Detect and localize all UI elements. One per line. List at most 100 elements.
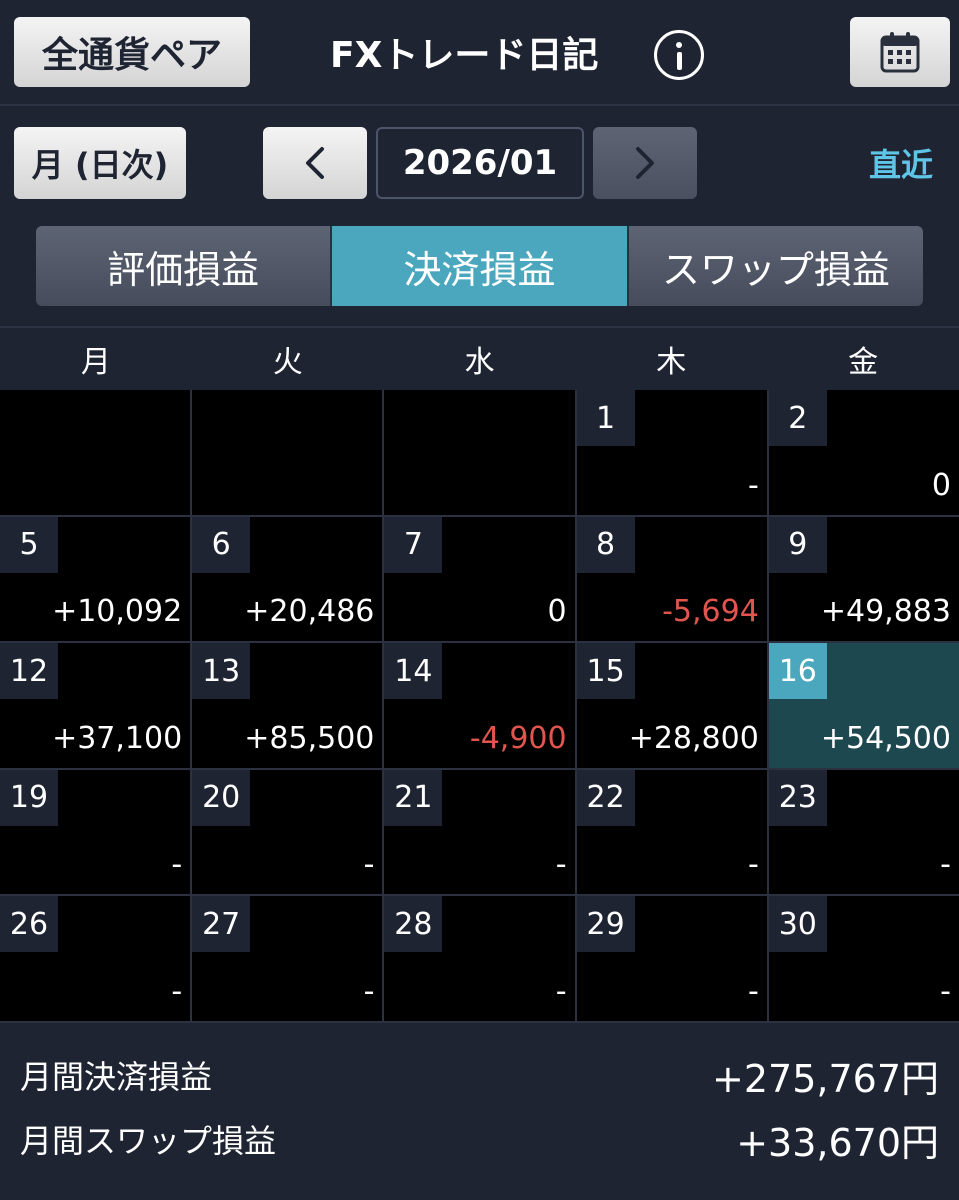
- day-number: 21: [384, 769, 443, 826]
- next-month-button[interactable]: [593, 127, 697, 199]
- day-number: 30: [768, 896, 827, 953]
- day-pnl-value: -: [171, 973, 183, 1009]
- settled-summary-label: 月間決済損益: [20, 1058, 213, 1096]
- calendar-day-cell[interactable]: 27 -: [192, 896, 383, 1021]
- day-pnl-value: -: [363, 973, 375, 1009]
- day-number: 27: [192, 896, 251, 953]
- day-pnl-value: -: [940, 847, 951, 883]
- info-icon[interactable]: [654, 30, 704, 80]
- tab-settled-pnl[interactable]: 決済損益: [332, 226, 629, 306]
- calendar-day-cell[interactable]: 6 +20,486: [192, 516, 383, 642]
- calendar-day-cell[interactable]: 14 -4,900: [384, 643, 575, 768]
- day-number: 6: [192, 516, 251, 573]
- info-icon-bar: [676, 52, 682, 70]
- calendar-day-cell[interactable]: 9 +49,883: [768, 516, 959, 642]
- weekday-tue: 火: [272, 345, 303, 380]
- day-pnl-value: -: [555, 847, 567, 883]
- calendar-day-cell[interactable]: 26 -: [0, 896, 191, 1021]
- period-mode-button[interactable]: 月 (日次): [14, 127, 186, 199]
- day-number: 14: [384, 643, 443, 700]
- day-pnl-value: +54,500: [820, 720, 951, 756]
- day-number: 22: [576, 769, 635, 826]
- calendar-day-cell[interactable]: 23 -: [768, 769, 959, 895]
- day-pnl-value: -: [171, 847, 183, 883]
- month-display[interactable]: 2026/01: [376, 127, 584, 199]
- calendar-day-cell[interactable]: 22 -: [576, 769, 767, 895]
- calendar-empty-cell: [0, 390, 191, 515]
- pnl-type-tabs: 評価損益 決済損益 スワップ損益: [36, 226, 923, 306]
- day-pnl-value: 0: [547, 594, 567, 630]
- day-number: 1: [576, 390, 635, 446]
- calendar-day-cell[interactable]: 16 +54,500: [768, 643, 959, 768]
- day-number: 23: [768, 769, 827, 826]
- recent-link[interactable]: 直近: [856, 135, 946, 191]
- calendar-day-cell[interactable]: 8 -5,694: [576, 516, 767, 642]
- day-number: 26: [0, 896, 58, 953]
- day-pnl-value: +37,100: [52, 720, 183, 756]
- chevron-right-icon: [636, 147, 654, 179]
- calendar-empty-cell: [192, 390, 383, 515]
- tab-swap-pnl[interactable]: スワップ損益: [628, 226, 923, 306]
- weekday-header: 月 火 水 木 金: [0, 326, 959, 390]
- day-pnl-value: -: [747, 973, 759, 1009]
- calendar-button[interactable]: [850, 17, 950, 87]
- calendar-day-cell[interactable]: 28 -: [384, 896, 575, 1021]
- weekday-thu: 木: [656, 345, 687, 380]
- calendar-day-cell[interactable]: 5 +10,092: [0, 516, 191, 642]
- day-pnl-value: +85,500: [244, 720, 375, 756]
- day-pnl-value: 0: [931, 467, 951, 503]
- swap-summary-label: 月間スワップ損益: [20, 1122, 277, 1160]
- day-number: 20: [192, 769, 251, 826]
- day-number: 29: [576, 896, 635, 953]
- day-pnl-value: -: [940, 973, 951, 1009]
- currency-pair-button[interactable]: 全通貨ペア: [14, 17, 250, 87]
- day-pnl-value: +10,092: [52, 594, 183, 630]
- calendar-day-cell[interactable]: 1-: [576, 390, 767, 515]
- day-pnl-value: -: [747, 467, 759, 503]
- tab-unrealized-pnl[interactable]: 評価損益: [36, 226, 333, 306]
- weekday-wed: 水: [464, 345, 495, 380]
- day-pnl-value: -: [363, 847, 375, 883]
- calendar-day-cell[interactable]: 19 -: [0, 769, 191, 895]
- calendar-day-cell[interactable]: 70: [384, 516, 575, 642]
- day-number: 12: [0, 643, 58, 700]
- weekday-fri: 金: [848, 345, 879, 380]
- day-number: 2: [768, 390, 827, 446]
- swap-summary-value: +33,670円: [736, 1120, 939, 1165]
- info-icon-dot: [676, 42, 682, 48]
- weekday-mon: 月: [80, 345, 111, 380]
- calendar-icon: [880, 32, 920, 73]
- day-pnl-value: -5,694: [662, 594, 759, 630]
- settled-summary-row: 月間決済損益 +275,767円: [20, 1045, 939, 1105]
- day-number: 16: [768, 643, 827, 700]
- day-number: 5: [0, 516, 58, 573]
- day-pnl-value: -: [747, 847, 759, 883]
- day-number: 7: [384, 516, 443, 573]
- calendar-day-cell[interactable]: 12 +37,100: [0, 643, 191, 768]
- day-pnl-value: +20,486: [244, 594, 375, 630]
- calendar-grid: 1-2 0 5 +10,092 6 +20,486 7 0 8 -5,694 9 +49,883 12 +…: [0, 390, 959, 1023]
- day-number: 19: [0, 769, 58, 826]
- calendar-day-cell[interactable]: 21 -: [384, 769, 575, 895]
- calendar-day-cell[interactable]: 15 +28,800: [576, 643, 767, 768]
- calendar-empty-cell: [384, 390, 575, 515]
- settled-summary-value: +275,767円: [712, 1056, 939, 1101]
- day-pnl-value: -4,900: [469, 720, 567, 756]
- app-header: 全通貨ペア FXトレード日記: [0, 0, 959, 106]
- prev-month-button[interactable]: [263, 127, 367, 199]
- monthly-summary: 月間決済損益 +275,767円 月間スワップ損益 +33,670円: [0, 1023, 959, 1200]
- chevron-left-icon: [306, 147, 324, 179]
- calendar-day-cell[interactable]: 30 -: [768, 896, 959, 1021]
- calendar-day-cell[interactable]: 20 -: [192, 769, 383, 895]
- app-title: FXトレード日記: [330, 35, 599, 76]
- calendar-day-cell[interactable]: 29 -: [576, 896, 767, 1021]
- day-number: 9: [768, 516, 827, 573]
- day-pnl-value: -: [555, 973, 567, 1009]
- day-pnl-value: +28,800: [628, 720, 759, 756]
- day-number: 8: [576, 516, 635, 573]
- calendar-day-cell[interactable]: 20: [768, 390, 959, 515]
- swap-summary-row: 月間スワップ損益 +33,670円: [20, 1109, 939, 1169]
- day-number: 15: [576, 643, 635, 700]
- day-number: 28: [384, 896, 443, 953]
- calendar-day-cell[interactable]: 13 +85,500: [192, 643, 383, 768]
